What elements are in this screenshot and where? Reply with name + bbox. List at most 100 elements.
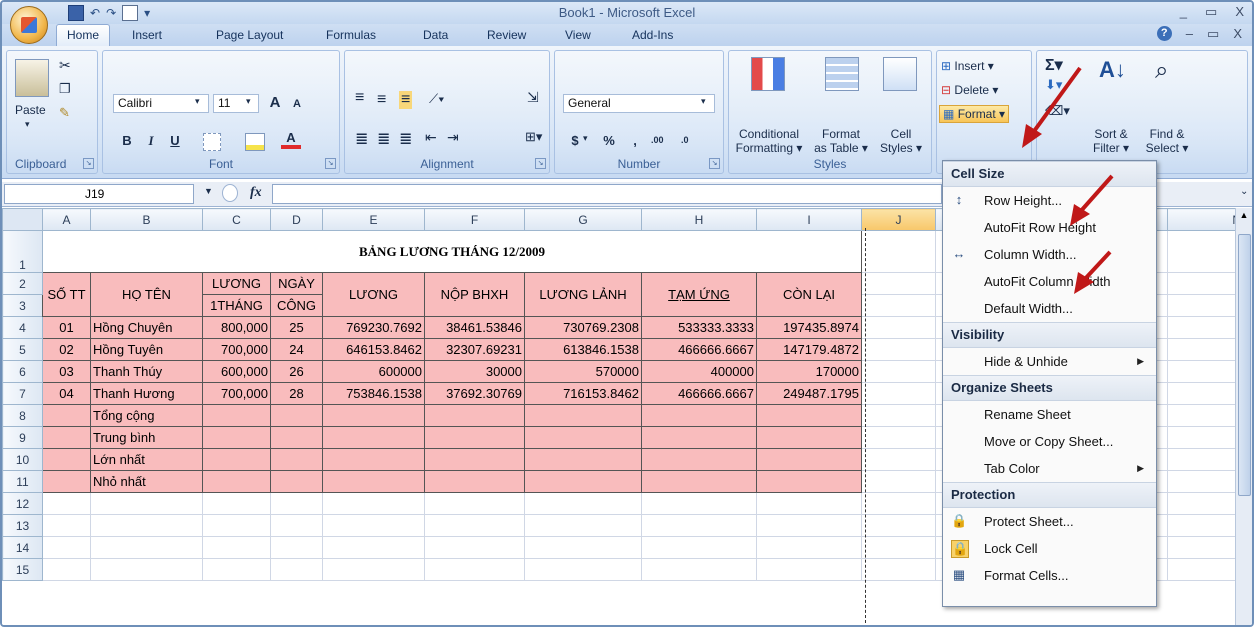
cell[interactable] (42, 470, 91, 493)
row-header[interactable]: 15 (2, 558, 43, 581)
cell[interactable] (424, 470, 525, 493)
cell[interactable] (1167, 404, 1244, 427)
cell-con-lai[interactable]: 170000 (756, 360, 862, 383)
formula-expand-icon[interactable]: ⌄ (1240, 186, 1248, 197)
cell[interactable] (1167, 316, 1244, 339)
cell-stt[interactable]: 02 (42, 338, 91, 361)
menu-item-format-cells[interactable]: ▦ Format Cells... (943, 562, 1156, 589)
cell[interactable] (424, 492, 525, 515)
row-header[interactable]: 11 (2, 470, 43, 493)
help-icon[interactable]: ? (1156, 26, 1172, 41)
cut-icon[interactable]: ✂ (59, 57, 71, 74)
row-header[interactable]: 9 (2, 426, 43, 449)
row-header[interactable]: 13 (2, 514, 43, 537)
cell[interactable] (861, 230, 936, 273)
cell[interactable] (861, 448, 936, 471)
cell-bhxh[interactable]: 32307.69231 (424, 338, 525, 361)
cell-luong-1-thang[interactable]: 800,000 (202, 316, 271, 339)
cell-name[interactable]: Hồng Chuyên (90, 316, 203, 339)
name-box[interactable]: J19 (4, 184, 194, 204)
cell[interactable] (1167, 382, 1244, 405)
cell-con-lai[interactable]: 197435.8974 (756, 316, 862, 339)
italic-button[interactable]: I (141, 131, 161, 151)
cell[interactable] (641, 558, 757, 581)
paste-button[interactable]: Paste (15, 103, 46, 117)
cell[interactable] (756, 470, 862, 493)
insert-cells-button[interactable]: ⊞ Insert ▾ (941, 59, 994, 73)
currency-dropdown-icon[interactable]: ▾ (583, 133, 588, 144)
bold-button[interactable]: B (117, 131, 137, 151)
number-format-dropdown-icon[interactable]: ▾ (701, 96, 706, 107)
menu-item-autofit-column-width[interactable]: AutoFit Column Width (943, 268, 1156, 295)
cell[interactable] (424, 426, 525, 449)
row-header[interactable]: 6 (2, 360, 43, 383)
cell[interactable] (322, 514, 425, 537)
select-all-corner[interactable] (2, 208, 43, 231)
summary-label[interactable]: Nhỏ nhất (90, 470, 203, 493)
paste-dropdown-icon[interactable]: ▾ (25, 119, 30, 130)
cell[interactable] (202, 470, 271, 493)
align-center-icon[interactable]: ≣ (377, 129, 390, 149)
number-launcher-icon[interactable]: ↘ (709, 158, 720, 169)
cell[interactable] (322, 404, 425, 427)
cell-name[interactable]: Thanh Thúy (90, 360, 203, 383)
borders-icon[interactable] (203, 133, 221, 151)
column-header[interactable]: B (90, 208, 203, 231)
clipboard-launcher-icon[interactable]: ↘ (83, 158, 94, 169)
cell-luong-lanh[interactable]: 570000 (524, 360, 642, 383)
cell[interactable] (641, 536, 757, 559)
cell[interactable] (322, 426, 425, 449)
cell[interactable] (202, 426, 271, 449)
cell[interactable] (424, 514, 525, 537)
cell[interactable] (1167, 448, 1244, 471)
row-header[interactable]: 12 (2, 492, 43, 515)
column-header[interactable]: H (641, 208, 757, 231)
autosum-icon[interactable]: Σ▾ (1045, 55, 1063, 75)
column-header[interactable]: F (424, 208, 525, 231)
font-launcher-icon[interactable]: ↘ (325, 158, 336, 169)
cell[interactable] (322, 492, 425, 515)
cell[interactable] (202, 404, 271, 427)
cell[interactable] (270, 470, 323, 493)
cell-ngay-cong[interactable]: 25 (270, 316, 323, 339)
cell[interactable] (861, 536, 936, 559)
doc-close-button[interactable]: X (1233, 26, 1242, 42)
row-header[interactable]: 1 (2, 230, 43, 273)
cell[interactable] (42, 514, 91, 537)
sort-filter-button[interactable]: Sort & Filter ▾ (1083, 127, 1139, 155)
menu-item-tab-color[interactable]: Tab Color ▶ (943, 455, 1156, 482)
column-header[interactable]: C (202, 208, 271, 231)
scroll-thumb[interactable] (1238, 234, 1251, 496)
row-header[interactable]: 8 (2, 404, 43, 427)
cell[interactable] (524, 492, 642, 515)
cell[interactable] (861, 404, 936, 427)
fill-icon[interactable]: ⬇▾ (1045, 77, 1062, 93)
cell[interactable] (524, 536, 642, 559)
cell-luong[interactable]: 753846.1538 (322, 382, 425, 405)
grow-font-button[interactable]: A (265, 93, 285, 113)
cell-luong-lanh[interactable]: 730769.2308 (524, 316, 642, 339)
vertical-scrollbar[interactable]: ▲ (1235, 208, 1252, 625)
cell[interactable] (1167, 470, 1244, 493)
cell[interactable] (1167, 426, 1244, 449)
row-header[interactable]: 10 (2, 448, 43, 471)
cell[interactable] (861, 360, 936, 383)
cell[interactable] (861, 272, 936, 295)
menu-item-rename-sheet[interactable]: Rename Sheet (943, 401, 1156, 428)
cell[interactable] (270, 536, 323, 559)
clear-icon[interactable]: ⌫▾ (1045, 103, 1070, 119)
cell-bhxh[interactable]: 37692.30769 (424, 382, 525, 405)
format-painter-icon[interactable]: ✎ (59, 105, 70, 121)
menu-item-protect-sheet[interactable]: 🔒 Protect Sheet... (943, 508, 1156, 535)
cell[interactable] (861, 294, 936, 317)
cell[interactable] (1167, 272, 1244, 295)
underline-button[interactable]: U (165, 131, 185, 151)
cell[interactable] (861, 558, 936, 581)
summary-label[interactable]: Tổng cộng (90, 404, 203, 427)
cell[interactable] (1167, 514, 1244, 537)
cell-luong-1-thang[interactable]: 700,000 (202, 338, 271, 361)
name-box-dropdown-icon[interactable]: ▼ (204, 186, 213, 196)
row-header[interactable]: 14 (2, 536, 43, 559)
cell-luong[interactable]: 600000 (322, 360, 425, 383)
cell-name[interactable]: Thanh Hương (90, 382, 203, 405)
